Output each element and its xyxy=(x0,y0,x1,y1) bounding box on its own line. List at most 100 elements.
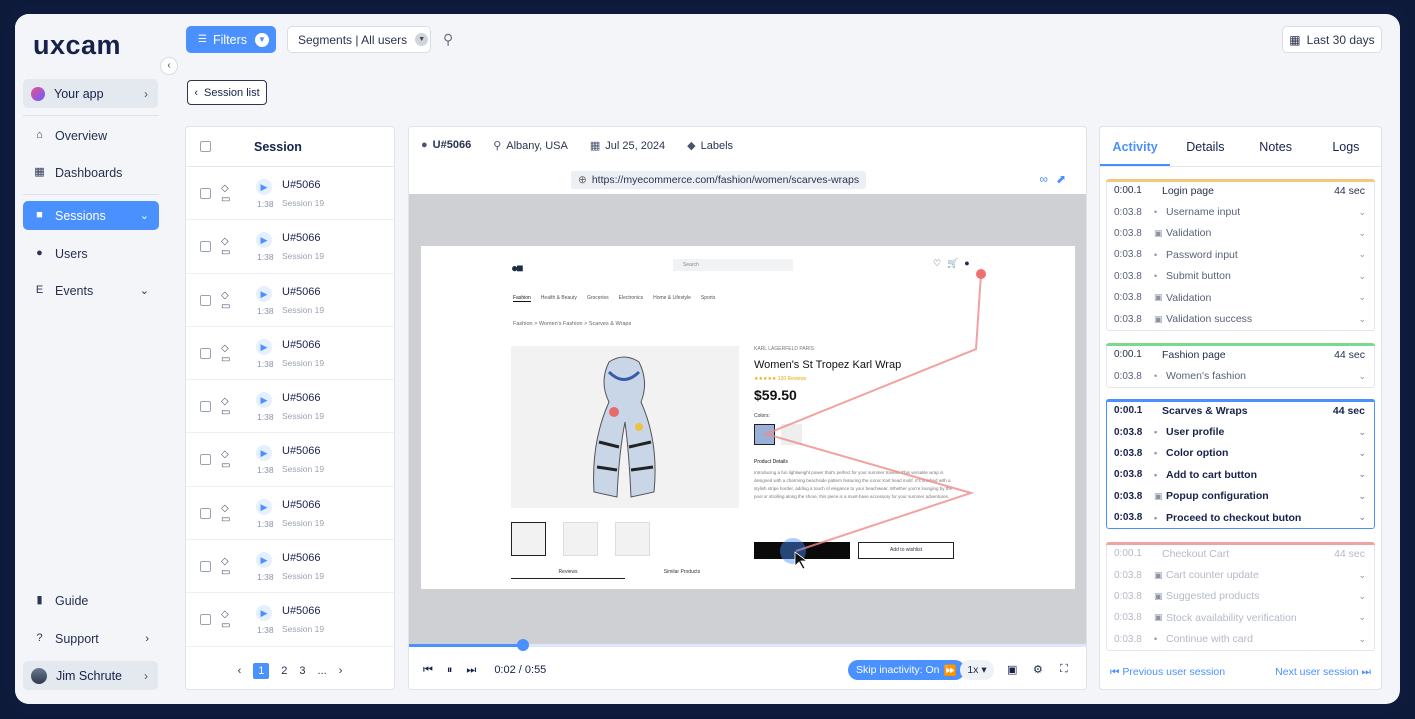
skip-forward-icon[interactable]: ⏭ xyxy=(466,664,476,677)
activity-event[interactable]: 0:03.8 ▣ Validation ⌄ xyxy=(1107,287,1374,308)
play-icon[interactable]: ▶ xyxy=(256,392,272,409)
play-icon[interactable]: ▶ xyxy=(256,605,272,622)
tag-icon[interactable]: ◇ ▭ xyxy=(221,183,230,205)
row-checkbox[interactable] xyxy=(200,401,211,413)
chevron-down-icon[interactable]: ⌄ xyxy=(1358,271,1366,282)
sidebar-item-events[interactable]: E Events ⌄ xyxy=(23,276,159,305)
tab-logs[interactable]: Logs xyxy=(1311,127,1381,166)
activity-group-header[interactable]: 0:00.1 Checkout Cart 44 sec xyxy=(1107,543,1374,564)
play-icon[interactable]: ▶ xyxy=(256,445,272,462)
tag-icon[interactable]: ◇ ▭ xyxy=(221,396,230,418)
tag-icon[interactable]: ◇ ▭ xyxy=(221,556,230,578)
tag-icon[interactable]: ◇ ▭ xyxy=(221,290,230,312)
activity-group-header[interactable]: 0:00.1 Login page 44 sec xyxy=(1107,180,1374,201)
chevron-down-icon[interactable]: ⌄ xyxy=(1358,570,1366,581)
chevron-down-icon[interactable]: ⌄ xyxy=(1358,491,1366,502)
chevron-down-icon[interactable]: ⌄ xyxy=(1358,371,1366,382)
row-checkbox[interactable] xyxy=(200,347,211,359)
activity-event[interactable]: 0:03.8 • User profile ⌄ xyxy=(1107,421,1374,442)
playback-progress[interactable] xyxy=(409,639,1086,651)
sidebar-item-support[interactable]: ? Support › xyxy=(23,624,159,653)
table-row[interactable]: ◇ ▭ ▶ 1:38 U#5066 Session 19 xyxy=(186,327,394,381)
app-selector[interactable]: Your app › xyxy=(23,79,158,108)
meta-labels[interactable]: ◆ Labels xyxy=(687,139,733,152)
play-icon[interactable]: ▶ xyxy=(256,285,272,302)
tag-icon[interactable]: ◇ ▭ xyxy=(221,609,230,631)
tag-icon[interactable]: ◇ ▭ xyxy=(221,503,230,525)
activity-event[interactable]: 0:03.8 • Women's fashion ⌄ xyxy=(1107,365,1374,386)
pause-icon[interactable]: ⏸ xyxy=(447,664,453,677)
activity-event[interactable]: 0:03.8 ▣ Suggested products ⌄ xyxy=(1107,586,1374,607)
skip-inactivity-toggle[interactable]: Skip inactivity: On ⏩ xyxy=(848,660,965,680)
prev-page-button[interactable]: ‹ xyxy=(238,665,242,677)
chevron-down-icon[interactable]: ⌄ xyxy=(1358,469,1366,480)
skip-back-icon[interactable]: ⏮ xyxy=(423,664,433,677)
row-checkbox[interactable] xyxy=(200,614,211,626)
tag-icon[interactable]: ◇ ▭ xyxy=(221,343,230,365)
tab-activity[interactable]: Activity xyxy=(1100,127,1171,166)
row-checkbox[interactable] xyxy=(200,507,211,519)
sidebar-item-overview[interactable]: ⌂ Overview xyxy=(23,121,159,150)
sidebar-item-sessions[interactable]: ■ Sessions ⌄ xyxy=(23,201,159,230)
page-button[interactable]: 3 xyxy=(299,665,305,677)
share-icon[interactable]: ⬈ xyxy=(1056,172,1074,186)
chevron-down-icon[interactable]: ⌄ xyxy=(1358,249,1366,260)
play-icon[interactable]: ▶ xyxy=(256,179,272,195)
activity-event[interactable]: 0:03.8 • Color option ⌄ xyxy=(1107,443,1374,464)
select-all-checkbox[interactable] xyxy=(200,141,211,152)
play-icon[interactable]: ▶ xyxy=(256,552,272,569)
tab-details[interactable]: Details xyxy=(1170,127,1240,166)
play-icon[interactable]: ▶ xyxy=(256,232,272,249)
chevron-down-icon[interactable]: ⌄ xyxy=(1358,634,1366,645)
link-icon[interactable]: ∞ xyxy=(1039,172,1056,186)
play-icon[interactable]: ▶ xyxy=(256,498,272,515)
row-checkbox[interactable] xyxy=(200,454,211,466)
activity-event[interactable]: 0:03.8 ▣ Stock availability verification ⌄ xyxy=(1107,607,1374,628)
user-menu[interactable]: Jim Schrute › xyxy=(23,661,158,690)
chevron-down-icon[interactable]: ⌄ xyxy=(1358,512,1366,523)
activity-group-header[interactable]: 0:00.1 Fashion page 44 sec xyxy=(1107,344,1374,365)
chevron-down-icon[interactable]: ⌄ xyxy=(1358,207,1366,218)
activity-group-header[interactable]: 0:00.1 Scarves & Wraps 44 sec xyxy=(1107,400,1374,421)
activity-event[interactable]: 0:03.8 • Username input ⌄ xyxy=(1107,201,1374,222)
row-checkbox[interactable] xyxy=(200,188,211,199)
table-row[interactable]: ◇ ▭ ▶ 1:38 U#5066 Session 19 xyxy=(186,380,394,434)
comment-icon[interactable]: ▣ xyxy=(1007,663,1017,676)
sidebar-item-dashboards[interactable]: ▦ Dashboards xyxy=(23,158,159,187)
chevron-down-icon[interactable]: ⌄ xyxy=(1358,448,1366,459)
back-to-session-list-button[interactable]: ‹ Session list xyxy=(187,80,267,105)
chevron-down-icon[interactable]: ⌄ xyxy=(1358,427,1366,438)
activity-event[interactable]: 0:03.8 • Submit button ⌄ xyxy=(1107,266,1374,287)
activity-event[interactable]: 0:03.8 • Continue with card ⌄ xyxy=(1107,629,1374,650)
search-icon[interactable]: ⚲ xyxy=(443,31,453,48)
speed-dropdown[interactable]: 1x ▾ xyxy=(960,660,994,680)
table-row[interactable]: ◇ ▭ ▶ 1:38 U#5066 Session 19 xyxy=(186,167,394,221)
table-row[interactable]: ◇ ▭ ▶ 1:38 U#5066 Session 19 xyxy=(186,487,394,541)
sidebar-item-guide[interactable]: ▮ Guide xyxy=(23,586,159,615)
date-range-button[interactable]: ▦ Last 30 days xyxy=(1282,26,1382,53)
next-page-button[interactable]: › xyxy=(339,665,343,677)
page-button[interactable]: 1 xyxy=(253,663,270,679)
fullscreen-icon[interactable]: ⛶ xyxy=(1060,663,1068,676)
table-row[interactable]: ◇ ▭ ▶ 1:38 U#5066 Session 19 xyxy=(186,220,394,274)
tag-icon[interactable]: ◇ ▭ xyxy=(221,236,230,258)
table-row[interactable]: ◇ ▭ ▶ 1:38 U#5066 Session 19 xyxy=(186,274,394,327)
gear-icon[interactable]: ⚙ xyxy=(1033,663,1043,676)
tag-icon[interactable]: ◇ ▭ xyxy=(221,449,230,471)
filters-button[interactable]: ☰ Filters ▼ xyxy=(186,26,276,53)
chevron-down-icon[interactable]: ⌄ xyxy=(1358,314,1366,325)
activity-event[interactable]: 0:03.8 ▣ Popup configuration ⌄ xyxy=(1107,486,1374,507)
activity-event[interactable]: 0:03.8 ▣ Cart counter update ⌄ xyxy=(1107,564,1374,585)
collapse-sidebar-button[interactable]: ‹ xyxy=(160,57,178,75)
chevron-down-icon[interactable]: ⌄ xyxy=(1358,228,1366,239)
activity-event[interactable]: 0:03.8 • Add to cart button ⌄ xyxy=(1107,464,1374,485)
row-checkbox[interactable] xyxy=(200,241,211,253)
tab-notes[interactable]: Notes xyxy=(1241,127,1311,166)
next-session-link[interactable]: Next user session ⏭ xyxy=(1275,666,1371,679)
table-row[interactable]: ◇ ▭ ▶ 1:38 U#5066 Session 19 xyxy=(186,540,394,594)
previous-session-link[interactable]: ⏮ Previous user session xyxy=(1110,666,1225,679)
play-icon[interactable]: ▶ xyxy=(256,338,272,355)
progress-handle[interactable] xyxy=(517,639,529,651)
chevron-down-icon[interactable]: ⌄ xyxy=(1358,292,1366,303)
chevron-down-icon[interactable]: ⌄ xyxy=(1358,612,1366,623)
